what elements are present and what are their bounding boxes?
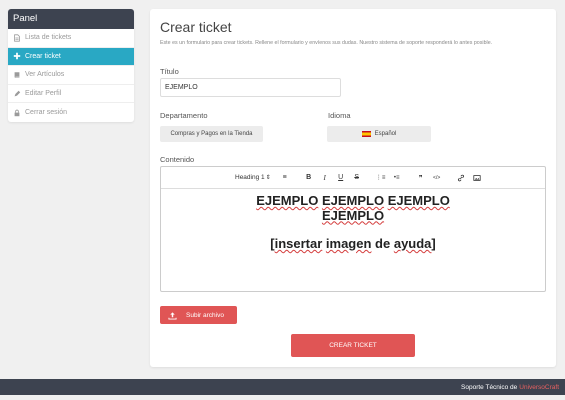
link-icon[interactable]: 🔗 [456,172,466,184]
upload-icon [168,311,177,320]
updown-arrow-icon: ⇕ [265,175,271,181]
content-editor: Heading 1 ⇕ ≡ B I U S ⋮≡ •≡ ❞ </> 🔗 ▣ EJ… [160,166,546,292]
footer-brand-link[interactable]: UniversoCraft [519,384,559,391]
sidebar-title: Panel [8,9,134,29]
footer-text: Soporte Técnico de [461,383,518,391]
sidebar-item-label: Crear ticket [25,52,61,60]
italic-icon[interactable]: I [320,172,330,184]
content-heading: EJEMPLO EJEMPLO EJEMPLO EJEMPLO [256,193,450,223]
file-icon [12,33,21,42]
pencil-icon [12,89,21,98]
image-icon[interactable]: ▣ [472,172,482,184]
plus-icon [12,52,21,61]
footer: Soporte Técnico de UniversoCraft [0,379,565,395]
code-icon[interactable]: </> [432,172,442,184]
editor-toolbar: Heading 1 ⇕ ≡ B I U S ⋮≡ •≡ ❞ </> 🔗 ▣ [161,167,545,189]
language-select-value: Español [374,131,397,137]
upload-file-button[interactable]: Subir archivo [160,306,237,324]
sidebar-item-create-ticket[interactable]: Crear ticket [8,47,134,67]
page-subtitle: Este es un formulario para crear tickets… [160,40,493,46]
department-label: Departamento [160,111,208,120]
create-ticket-button[interactable]: CREAR TICKET [291,334,415,357]
sidebar-item-logout[interactable]: Cerrar sesión [8,103,134,122]
bullet-list-icon[interactable]: •≡ [392,172,402,184]
sidebar-item-label: Cerrar sesión [25,109,68,117]
title-input[interactable]: EJEMPLO [160,78,341,97]
content-image-placeholder: [insertar imagen de ayuda] [270,236,436,251]
spain-flag-icon [361,131,371,137]
create-ticket-card: Crear ticket Este es un formulario para … [150,9,556,367]
sidebar-item-ticket-list[interactable]: Lista de tickets [8,29,134,48]
sidebar-item-edit-profile[interactable]: Editar Perfil [8,85,134,104]
align-icon[interactable]: ≡ [280,172,290,184]
page-title: Crear ticket [160,19,232,35]
heading-select-value: Heading 1 [235,174,265,181]
language-select[interactable]: Español [327,126,431,142]
sidebar-panel: Panel Lista de tickets Crear ticket Ver … [8,9,134,122]
content-label: Contenido [160,155,195,164]
ordered-list-icon[interactable]: ⋮≡ [376,172,386,184]
sidebar-item-label: Ver Artículos [25,71,65,79]
strikethrough-icon[interactable]: S [352,172,362,184]
title-label: Título [160,67,179,76]
sidebar-item-label: Lista de tickets [25,34,72,42]
quote-icon[interactable]: ❞ [416,172,426,184]
department-select[interactable]: Compras y Pagos en la Tienda [160,126,263,142]
bold-icon[interactable]: B [304,172,314,184]
lock-icon [12,108,21,117]
heading-select[interactable]: Heading 1 ⇕ [235,172,271,184]
editor-content[interactable]: EJEMPLO EJEMPLO EJEMPLO EJEMPLO [inserta… [161,189,545,251]
book-icon [12,70,21,79]
sidebar-item-articles[interactable]: Ver Artículos [8,66,134,85]
underline-icon[interactable]: U [336,172,346,184]
upload-file-label: Subir archivo [186,311,224,319]
language-label: Idioma [328,111,351,120]
department-select-value: Compras y Pagos en la Tienda [170,131,253,137]
sidebar-item-label: Editar Perfil [25,90,62,98]
